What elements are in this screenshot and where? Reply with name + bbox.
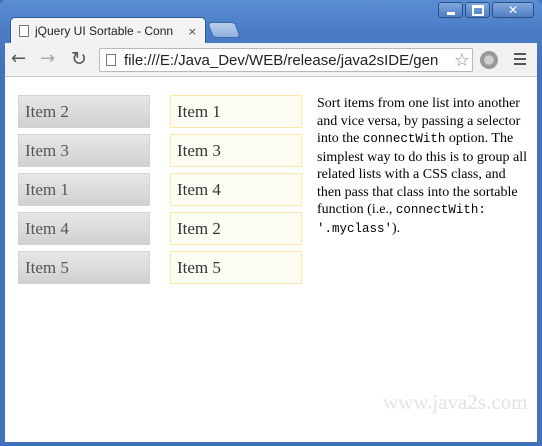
list-item[interactable]: Item 1 — [18, 173, 150, 206]
bookmark-star-icon[interactable]: ☆ — [451, 50, 470, 71]
extension-icon[interactable] — [480, 51, 498, 69]
list-item[interactable]: Item 3 — [18, 134, 150, 167]
page-icon — [19, 25, 29, 37]
list-item[interactable]: Item 4 — [170, 173, 302, 206]
minimize-icon — [446, 11, 455, 15]
address-bar[interactable]: file:///E:/Java_Dev/WEB/release/java2sID… — [99, 48, 473, 72]
list-item[interactable]: Item 2 — [170, 212, 302, 245]
close-window-button[interactable]: ✕ — [492, 2, 534, 18]
maximize-icon — [471, 4, 484, 16]
window-controls: ✕ — [438, 2, 534, 18]
reload-icon[interactable]: ↻ — [71, 49, 87, 69]
maximize-button[interactable] — [465, 2, 490, 18]
address-url[interactable]: file:///E:/Java_Dev/WEB/release/java2sID… — [124, 52, 438, 69]
forward-arrow-icon[interactable]: → — [40, 49, 55, 69]
close-icon: ✕ — [507, 3, 519, 17]
browser-tab[interactable]: jQuery UI Sortable - Conn × — [10, 17, 206, 44]
sortable-list-2: Item 1 Item 3 Item 4 Item 2 Item 5 — [170, 95, 302, 290]
list-item[interactable]: Item 2 — [18, 95, 150, 128]
minimize-button[interactable] — [438, 2, 463, 18]
browser-window: ✕ jQuery UI Sortable - Conn × ← → ↻ file… — [0, 0, 542, 446]
description-text: Sort items from one list into another an… — [317, 95, 531, 238]
list-item[interactable]: Item 3 — [170, 134, 302, 167]
list-item[interactable]: Item 5 — [18, 251, 150, 284]
watermark: www.java2s.com — [383, 390, 528, 414]
page-content: Item 2 Item 3 Item 1 Item 4 Item 5 Item … — [5, 77, 537, 442]
back-arrow-icon[interactable]: ← — [11, 49, 26, 69]
list-item[interactable]: Item 5 — [170, 251, 302, 284]
tab-title: jQuery UI Sortable - Conn — [35, 24, 174, 38]
new-tab-button[interactable] — [207, 22, 241, 38]
tab-close-icon[interactable]: × — [188, 25, 197, 38]
list-item[interactable]: Item 4 — [18, 212, 150, 245]
browser-toolbar: ← → ↻ file:///E:/Java_Dev/WEB/release/ja… — [5, 43, 537, 77]
list-item[interactable]: Item 1 — [170, 95, 302, 128]
page-icon — [106, 54, 116, 66]
sortable-list-1: Item 2 Item 3 Item 1 Item 4 Item 5 — [18, 95, 150, 290]
description-code-1: connectWith — [362, 132, 446, 146]
menu-icon[interactable] — [514, 53, 526, 68]
description-part-3: ). — [392, 220, 401, 236]
